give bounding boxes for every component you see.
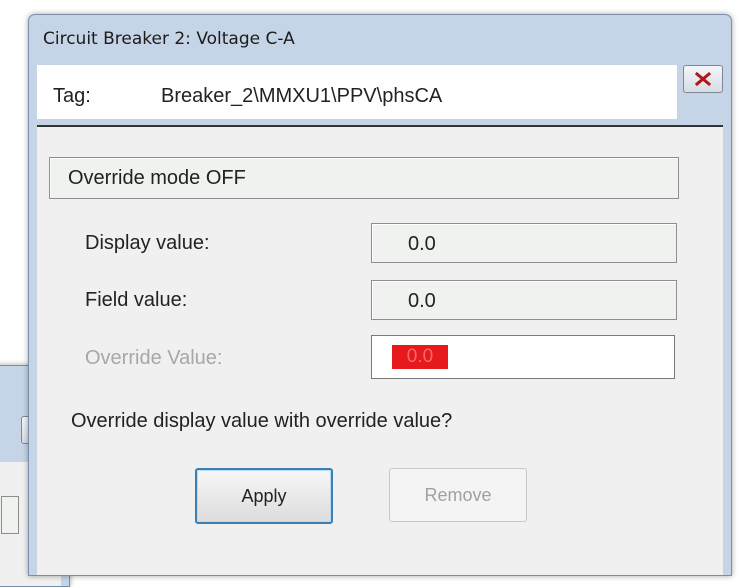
field-value-field: 0.0 xyxy=(371,280,677,320)
tag-bar: Tag: Breaker_2\MMXU1\PPV\phsCA xyxy=(37,65,677,119)
override-value-selected-text: 0.0 xyxy=(392,345,448,369)
tag-value: Breaker_2\MMXU1\PPV\phsCA xyxy=(161,85,443,107)
display-value: 0.0 xyxy=(408,233,436,255)
window-title: Circuit Breaker 2: Voltage C-A xyxy=(43,29,295,49)
display-value-field: 0.0 xyxy=(371,223,677,263)
override-value-label: Override Value: xyxy=(85,347,223,369)
apply-button[interactable]: Apply xyxy=(195,468,333,524)
close-x-icon xyxy=(694,72,712,86)
dialog-content: Override mode OFF Display value: 0.0 Fie… xyxy=(37,127,723,575)
override-dialog: Circuit Breaker 2: Voltage C-A Tag: Brea… xyxy=(28,14,732,576)
override-status-text: Override mode OFF xyxy=(68,167,246,189)
field-value: 0.0 xyxy=(408,290,436,312)
background-dialog-field xyxy=(1,496,19,534)
override-value-input[interactable]: 0.0 xyxy=(371,335,675,379)
override-status-box: Override mode OFF xyxy=(49,157,679,199)
close-button[interactable] xyxy=(683,65,723,93)
field-value-label: Field value: xyxy=(85,289,188,311)
override-question: Override display value with override val… xyxy=(71,410,453,432)
tag-label: Tag: xyxy=(53,85,91,107)
remove-button[interactable]: Remove xyxy=(389,468,527,522)
display-value-label: Display value: xyxy=(85,232,210,254)
